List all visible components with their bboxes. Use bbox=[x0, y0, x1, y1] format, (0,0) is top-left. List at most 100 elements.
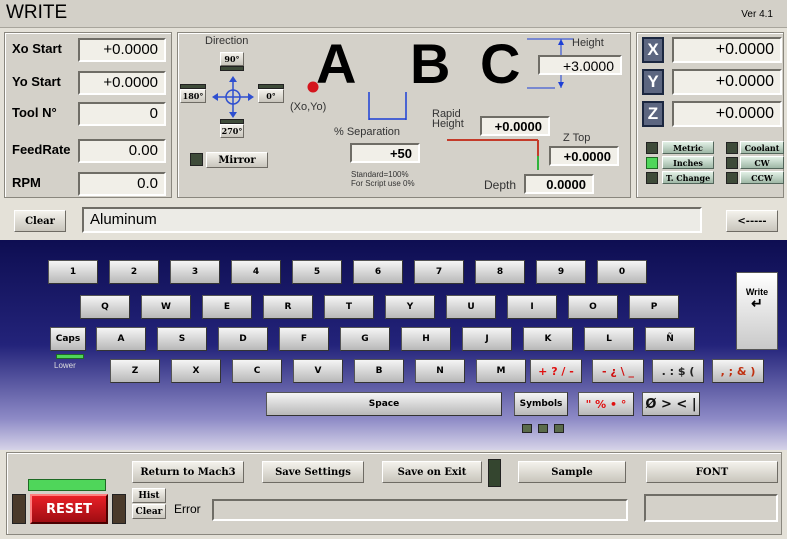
key-o[interactable]: O bbox=[568, 295, 618, 319]
save-exit-button[interactable]: Save on Exit bbox=[382, 461, 482, 483]
key-6[interactable]: 6 bbox=[353, 260, 403, 284]
key-h[interactable]: H bbox=[401, 327, 451, 351]
field-value-2[interactable]: 0 bbox=[78, 102, 166, 126]
direction-270-button[interactable]: 270° bbox=[220, 124, 244, 138]
symbol-key-3[interactable]: . : $ ( bbox=[652, 359, 704, 383]
lower-label: Lower bbox=[54, 361, 76, 370]
direction-90-button[interactable]: 90° bbox=[220, 52, 244, 66]
key-8[interactable]: 8 bbox=[475, 260, 525, 284]
reset-left-indicator bbox=[12, 494, 26, 524]
field-value-1[interactable]: +0.0000 bbox=[78, 71, 166, 95]
caps-key[interactable]: Caps bbox=[50, 327, 86, 351]
text-input[interactable]: Aluminum bbox=[82, 207, 702, 233]
backspace-button[interactable]: <----- bbox=[726, 210, 778, 232]
error-field[interactable] bbox=[212, 499, 628, 521]
ztop-value[interactable]: +0.0000 bbox=[549, 146, 619, 166]
sample-button[interactable]: Sample bbox=[518, 461, 626, 483]
key-y[interactable]: Y bbox=[385, 295, 435, 319]
symbol-page-3-indicator bbox=[554, 424, 564, 433]
mirror-button[interactable]: Mirror bbox=[206, 152, 268, 168]
symbol-key-6[interactable]: Ø > < | bbox=[642, 392, 700, 416]
key-c[interactable]: C bbox=[232, 359, 282, 383]
field-label-2: Tool N° bbox=[12, 105, 57, 120]
error-clear-button[interactable]: Clear bbox=[132, 504, 166, 519]
key-x[interactable]: X bbox=[171, 359, 221, 383]
key-g[interactable]: G bbox=[340, 327, 390, 351]
key-f[interactable]: F bbox=[279, 327, 329, 351]
direction-compass-icon bbox=[212, 76, 254, 118]
key-e[interactable]: E bbox=[202, 295, 252, 319]
return-mach3-button[interactable]: Return to Mach3 bbox=[132, 461, 244, 483]
key-q[interactable]: Q bbox=[80, 295, 130, 319]
key-v[interactable]: V bbox=[293, 359, 343, 383]
inches-button[interactable]: Inches bbox=[662, 156, 714, 169]
tchange-button[interactable]: T. Change bbox=[662, 171, 714, 184]
key-j[interactable]: J bbox=[462, 327, 512, 351]
coolant-button[interactable]: Coolant bbox=[740, 141, 784, 154]
symbol-key-5[interactable]: " % • ° bbox=[578, 392, 634, 416]
tchange-indicator bbox=[646, 172, 658, 184]
key-ñ[interactable]: Ñ bbox=[645, 327, 695, 351]
axis-x-value[interactable]: +0.0000 bbox=[672, 37, 782, 63]
origin-dot-icon bbox=[307, 81, 319, 93]
rapid-height-value[interactable]: +0.0000 bbox=[480, 116, 550, 136]
separation-value[interactable]: +50 bbox=[350, 143, 420, 163]
direction-180-button[interactable]: 180° bbox=[180, 89, 206, 103]
height-value[interactable]: +3.0000 bbox=[538, 55, 622, 75]
cw-button[interactable]: CW bbox=[740, 156, 784, 169]
key-1[interactable]: 1 bbox=[48, 260, 98, 284]
key-z[interactable]: Z bbox=[110, 359, 160, 383]
key-t[interactable]: T bbox=[324, 295, 374, 319]
write-key[interactable]: Write ↵ bbox=[736, 272, 778, 350]
axis-z-label: Z bbox=[642, 101, 664, 127]
key-i[interactable]: I bbox=[507, 295, 557, 319]
ccw-button[interactable]: CCW bbox=[740, 171, 784, 184]
key-u[interactable]: U bbox=[446, 295, 496, 319]
key-4[interactable]: 4 bbox=[231, 260, 281, 284]
font-button[interactable]: FONT bbox=[646, 461, 778, 483]
inches-indicator bbox=[646, 157, 658, 169]
key-m[interactable]: M bbox=[476, 359, 526, 383]
cw-indicator bbox=[726, 157, 738, 169]
key-w[interactable]: W bbox=[141, 295, 191, 319]
symbol-key-1[interactable]: + ? / - bbox=[530, 359, 582, 383]
history-button[interactable]: Hist bbox=[132, 488, 166, 503]
title-bar bbox=[0, 0, 787, 28]
letter-b: B bbox=[410, 32, 451, 95]
save-settings-button[interactable]: Save Settings bbox=[262, 461, 364, 483]
key-p[interactable]: P bbox=[629, 295, 679, 319]
key-s[interactable]: S bbox=[157, 327, 207, 351]
ccw-indicator bbox=[726, 172, 738, 184]
separation-note-standard: Standard=100% bbox=[351, 170, 409, 179]
symbols-key[interactable]: Symbols bbox=[514, 392, 568, 416]
key-l[interactable]: L bbox=[584, 327, 634, 351]
key-r[interactable]: R bbox=[263, 295, 313, 319]
key-2[interactable]: 2 bbox=[109, 260, 159, 284]
symbol-key-4[interactable]: , ; & ) bbox=[712, 359, 764, 383]
key-n[interactable]: N bbox=[415, 359, 465, 383]
key-7[interactable]: 7 bbox=[414, 260, 464, 284]
separation-marker-icon bbox=[368, 92, 407, 120]
symbol-page-2-indicator bbox=[538, 424, 548, 433]
space-key[interactable]: Space bbox=[266, 392, 502, 416]
key-a[interactable]: A bbox=[96, 327, 146, 351]
symbol-key-2[interactable]: - ¿ \ _ bbox=[592, 359, 644, 383]
key-b[interactable]: B bbox=[354, 359, 404, 383]
key-9[interactable]: 9 bbox=[536, 260, 586, 284]
axis-y-value[interactable]: +0.0000 bbox=[672, 69, 782, 95]
status-field bbox=[644, 494, 778, 522]
field-value-0[interactable]: +0.0000 bbox=[78, 38, 166, 62]
key-0[interactable]: 0 bbox=[597, 260, 647, 284]
direction-0-button[interactable]: 0° bbox=[258, 89, 284, 103]
key-5[interactable]: 5 bbox=[292, 260, 342, 284]
field-value-3[interactable]: 0.00 bbox=[78, 139, 166, 163]
axis-z-value[interactable]: +0.0000 bbox=[672, 101, 782, 127]
field-value-4[interactable]: 0.0 bbox=[78, 172, 166, 196]
metric-button[interactable]: Metric bbox=[662, 141, 714, 154]
key-d[interactable]: D bbox=[218, 327, 268, 351]
depth-value[interactable]: 0.0000 bbox=[524, 174, 594, 194]
reset-button[interactable]: RESET bbox=[30, 494, 108, 524]
key-3[interactable]: 3 bbox=[170, 260, 220, 284]
key-k[interactable]: K bbox=[523, 327, 573, 351]
text-clear-button[interactable]: Clear bbox=[14, 210, 66, 232]
